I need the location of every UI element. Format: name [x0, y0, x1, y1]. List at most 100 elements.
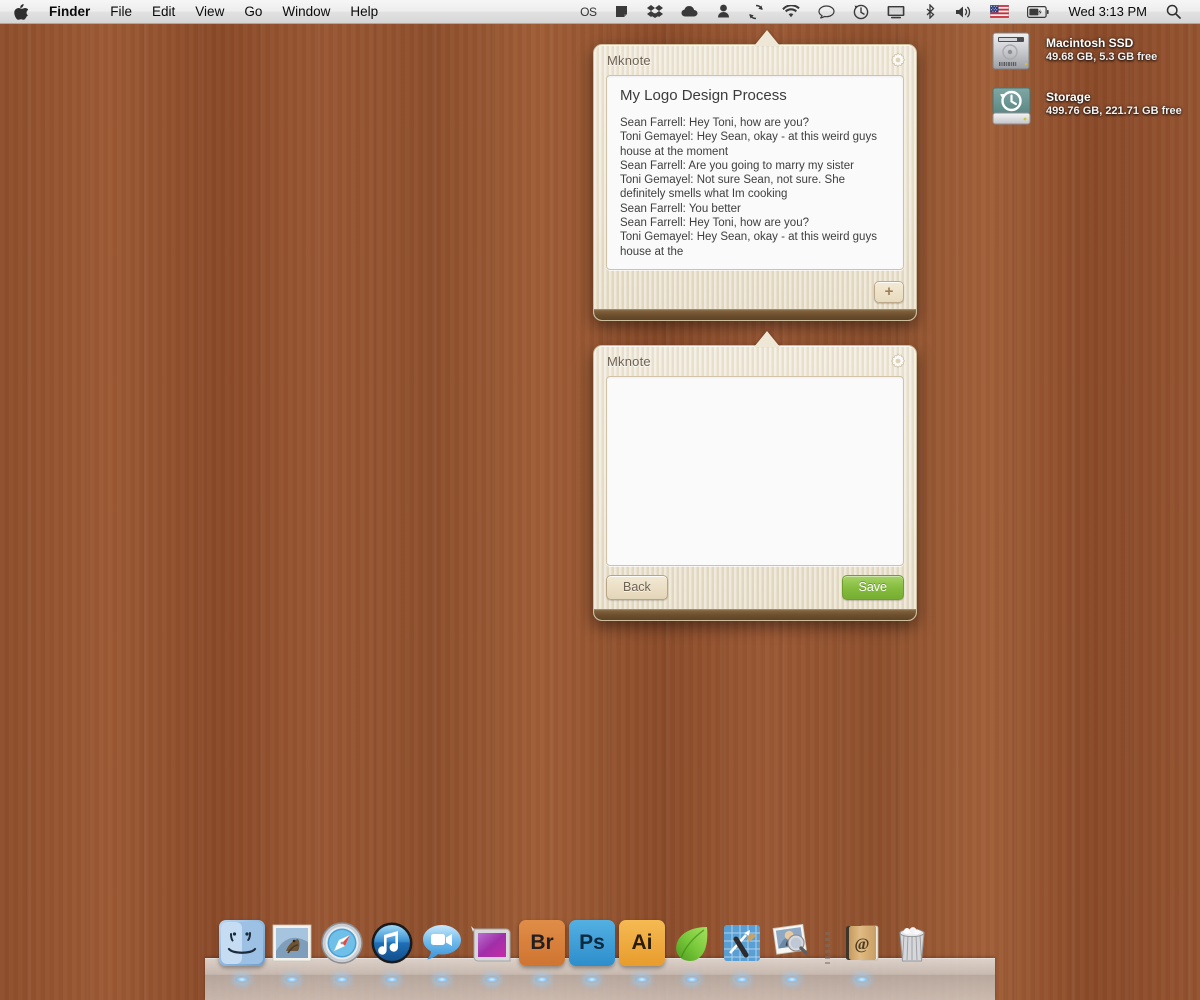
- note-line: Sean Farrell: Are you going to marry my …: [620, 159, 854, 172]
- widget-pointer-arrow: [754, 331, 780, 347]
- dock-item-xcode[interactable]: [719, 920, 765, 966]
- running-indicator: [785, 975, 799, 983]
- dock-icon-label: Br: [530, 931, 554, 954]
- note-line: Sean Farrell: You better: [620, 202, 741, 215]
- display-screen-icon[interactable]: [878, 0, 914, 23]
- battery-icon[interactable]: [1018, 0, 1058, 23]
- drive-capacity-info: 499.76 GB, 221.71 GB free: [1046, 105, 1182, 117]
- dock-item-finder[interactable]: [219, 920, 265, 966]
- running-indicator: [335, 975, 349, 983]
- adobe-bridge-icon: Br: [519, 920, 565, 966]
- back-button[interactable]: Back: [606, 574, 668, 600]
- desktop-drive-storage[interactable]: Storage 499.76 GB, 221.71 GB free: [988, 84, 1182, 133]
- apple-logo-icon[interactable]: [0, 0, 39, 23]
- dock-icon-label: Ps: [579, 931, 605, 954]
- dock-item-iphoto[interactable]: [769, 920, 815, 966]
- dock-item-facetime[interactable]: [419, 920, 465, 966]
- address-book-icon: @: [839, 920, 885, 966]
- plus-icon: +: [884, 283, 894, 301]
- dock-icon-label: Ai: [631, 931, 653, 954]
- dock-item-trash[interactable]: [889, 920, 935, 966]
- menu-item-finder[interactable]: Finder: [39, 0, 100, 23]
- running-indicator: [235, 975, 249, 983]
- xcode-icon: [719, 920, 765, 966]
- drive-name: Storage: [1046, 90, 1091, 104]
- facetime-icon: [419, 920, 465, 966]
- dock-icon-list: Br Ps Ai @: [205, 920, 995, 966]
- menu-bar: Finder File Edit View Go Window Help OS: [0, 0, 1200, 24]
- chat-bubble-icon[interactable]: [809, 0, 844, 23]
- sync-refresh-icon[interactable]: [739, 0, 773, 23]
- note-content-area[interactable]: My Logo Design Process Sean Farrell: Hey…: [606, 75, 904, 270]
- widget-body: Mknote My Logo Design Process Sean Farre…: [593, 44, 917, 321]
- widget-footer: +: [606, 270, 904, 308]
- spotlight-search-icon[interactable]: [1157, 0, 1190, 23]
- widget-title: Mknote: [607, 353, 651, 369]
- finder-icon: [219, 920, 265, 966]
- running-indicator: [435, 975, 449, 983]
- time-machine-icon[interactable]: [844, 0, 878, 23]
- add-note-button[interactable]: +: [874, 280, 904, 303]
- menu-item-window[interactable]: Window: [272, 0, 340, 23]
- adobe-photoshop-icon: Ps: [569, 920, 615, 966]
- adobe-illustrator-icon: Ai: [619, 920, 665, 966]
- aperture-icon: [469, 920, 515, 966]
- note-line: Sean Farrell: Hey Toni, how are you?: [620, 117, 809, 129]
- dock-item-illustrator[interactable]: Ai: [619, 920, 665, 966]
- save-button[interactable]: Save: [841, 574, 904, 600]
- volume-icon[interactable]: [946, 0, 981, 23]
- evernote-icon[interactable]: [605, 0, 638, 23]
- note-editor-textarea[interactable]: [606, 376, 904, 566]
- running-indicator: [735, 975, 749, 983]
- dock-separator: [819, 926, 835, 966]
- dock-item-photoshop[interactable]: Ps: [569, 920, 615, 966]
- bluetooth-icon[interactable]: [914, 0, 946, 23]
- note-heading: My Logo Design Process: [620, 87, 787, 104]
- wifi-icon[interactable]: [773, 0, 809, 23]
- menu-item-view[interactable]: View: [185, 0, 234, 23]
- running-indicator: [285, 975, 299, 983]
- cloud-icon[interactable]: [672, 0, 708, 23]
- user-account-icon[interactable]: [708, 0, 739, 23]
- itunes-icon: [369, 920, 415, 966]
- menu-bar-clock[interactable]: Wed 3:13 PM: [1058, 4, 1157, 19]
- dock-item-address-book[interactable]: @: [839, 920, 885, 966]
- dock-item-aperture[interactable]: [469, 920, 515, 966]
- menu-item-help[interactable]: Help: [340, 0, 388, 23]
- note-line: Toni Gemayel: Not sure Sean, not sure. S…: [620, 174, 846, 201]
- time-machine-drive-icon: [988, 84, 1036, 133]
- dock-item-bridge[interactable]: Br: [519, 920, 565, 966]
- dock-item-safari[interactable]: [319, 920, 365, 966]
- menu-item-edit[interactable]: Edit: [142, 0, 185, 23]
- running-indicator: [485, 975, 499, 983]
- mail-stamp-icon: [269, 920, 315, 966]
- running-indicator: [855, 975, 869, 983]
- menu-bar-status-area: OS Wed 3:13 PM: [571, 0, 1200, 23]
- menu-item-file[interactable]: File: [100, 0, 142, 23]
- desktop-drive-macintosh-ssd[interactable]: Macintosh SSD 49.68 GB, 5.3 GB free: [988, 30, 1157, 77]
- dock-item-mail[interactable]: [269, 920, 315, 966]
- safari-compass-icon: [319, 920, 365, 966]
- us-flag-input-icon[interactable]: [981, 0, 1018, 23]
- note-line: Sean Farrell: Hey Toni, how are you?: [620, 217, 809, 230]
- menu-item-go[interactable]: Go: [234, 0, 272, 23]
- dock-item-itunes[interactable]: [369, 920, 415, 966]
- os-text-icon[interactable]: OS: [571, 0, 605, 23]
- drive-label-group: Macintosh SSD 49.68 GB, 5.3 GB free: [1046, 30, 1157, 64]
- menu-bar-left: Finder File Edit View Go Window Help: [0, 0, 388, 23]
- dock-item-coda[interactable]: [669, 920, 715, 966]
- widget-editor-footer: Back Save: [606, 566, 904, 608]
- trash-icon: [889, 920, 935, 966]
- gear-settings-icon[interactable]: [890, 353, 906, 369]
- dock-running-indicators: [205, 972, 995, 986]
- widget-header: Mknote: [594, 45, 916, 75]
- widget-body: Mknote Back Save: [593, 345, 917, 621]
- note-line: Toni Gemayel: Hey Sean, okay - at this w…: [620, 131, 877, 158]
- widget-header: Mknote: [594, 346, 916, 376]
- note-line: Toni Gemayel: Hey Sean, okay - at this w…: [620, 231, 877, 258]
- running-indicator: [385, 975, 399, 983]
- gear-settings-icon[interactable]: [890, 52, 906, 68]
- drive-name: Macintosh SSD: [1046, 36, 1134, 50]
- drive-capacity-info: 49.68 GB, 5.3 GB free: [1046, 51, 1158, 63]
- dropbox-icon[interactable]: [638, 0, 672, 23]
